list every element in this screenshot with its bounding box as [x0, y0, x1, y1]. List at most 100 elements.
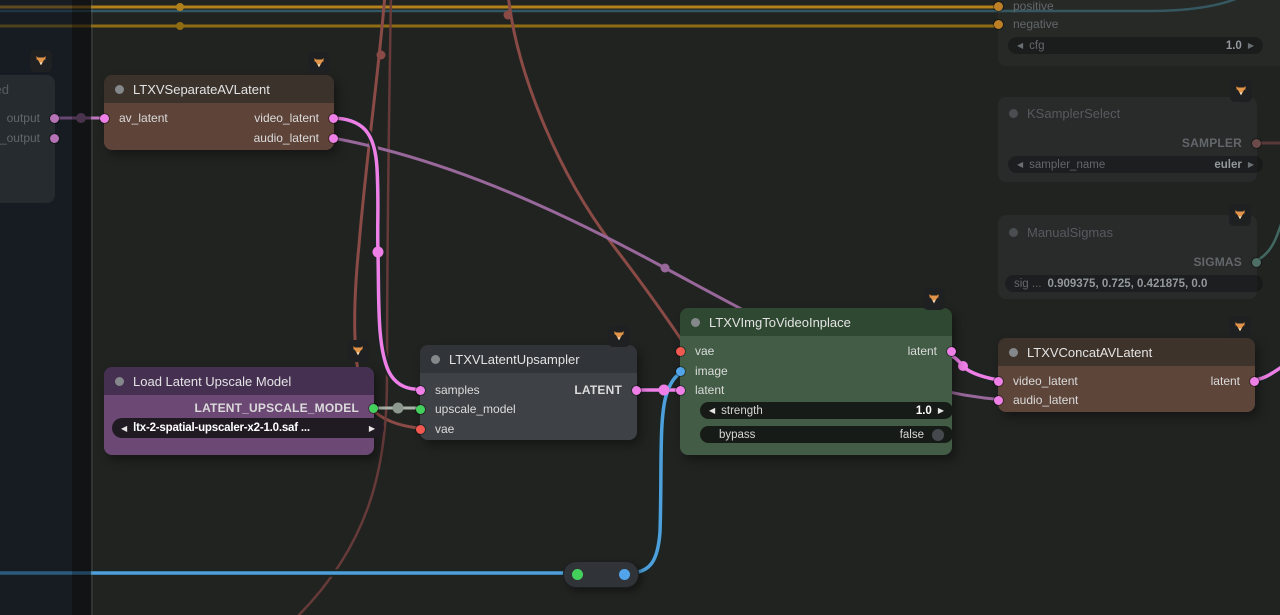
output-port-latent[interactable]: latent [908, 342, 952, 360]
reroute-output-dot[interactable] [619, 569, 630, 580]
node-title: LTXVImgToVideoInplace [709, 315, 851, 330]
output-port-denoised[interactable]: l_output [0, 129, 55, 147]
latent-port-dot[interactable] [329, 114, 338, 123]
latent-port-dot[interactable] [329, 134, 338, 143]
input-port-image[interactable]: image [680, 362, 728, 380]
input-port-video-latent[interactable]: video_latent [998, 372, 1078, 390]
link-dot[interactable] [958, 361, 968, 371]
node-title: ManualSigmas [1027, 225, 1113, 240]
node-manual-sigmas[interactable]: ManualSigmas SIGMAS sig ... 0.909375, 0.… [998, 215, 1257, 299]
output-port-latent[interactable]: LATENT [574, 381, 637, 399]
output-port-audio-latent[interactable]: audio_latent [254, 129, 334, 147]
decrement-arrow-icon[interactable]: ◀ [1017, 41, 1023, 50]
cfg-slider-widget[interactable]: ◀ cfg 1.0 ▶ [1008, 37, 1263, 54]
vae-port-dot[interactable] [676, 347, 685, 356]
combo-next-icon[interactable]: ▶ [369, 424, 375, 433]
conditioning-port-dot[interactable] [994, 20, 1003, 29]
upscale-model-combo[interactable]: ◀ ltx-2-spatial-upscaler-x2-1.0.saf ... … [112, 418, 384, 438]
collapse-dot[interactable] [115, 85, 124, 94]
output-port-sigmas[interactable]: SIGMAS [1193, 253, 1257, 271]
model-port-dot[interactable] [416, 405, 425, 414]
node-title: LTXVLatentUpsampler [449, 352, 580, 367]
combo-prev-icon[interactable]: ◀ [121, 424, 127, 433]
combo-prev-icon[interactable]: ◀ [1017, 160, 1023, 169]
fox-badge-icon [1229, 204, 1251, 226]
collapse-dot[interactable] [1009, 228, 1018, 237]
collapse-dot[interactable] [691, 318, 700, 327]
node-ltxv-img-to-video-inplace[interactable]: LTXVImgToVideoInplace vae image latent l… [680, 308, 952, 455]
input-port-upscale-model[interactable]: upscale_model [420, 400, 516, 418]
latent-port-dot[interactable] [994, 396, 1003, 405]
model-port-dot[interactable] [369, 404, 378, 413]
widget-label: sig ... [1014, 278, 1041, 290]
link-dot[interactable] [504, 11, 513, 20]
latent-port-dot[interactable] [50, 134, 59, 143]
link-dot[interactable] [661, 264, 670, 273]
vae-port-dot[interactable] [416, 425, 425, 434]
decrement-arrow-icon[interactable]: ◀ [709, 406, 715, 415]
link-dot[interactable] [176, 3, 184, 11]
node-ltxv-concat-av-latent[interactable]: LTXVConcatAVLatent video_latent audio_la… [998, 338, 1255, 412]
latent-port-dot[interactable] [947, 347, 956, 356]
node-load-latent-upscale-model[interactable]: Load Latent Upscale Model LATENT_UPSCALE… [104, 367, 374, 455]
input-port-latent[interactable]: latent [680, 381, 724, 399]
bypass-toggle-widget[interactable]: bypass false [700, 426, 953, 443]
increment-arrow-icon[interactable]: ▶ [1248, 41, 1254, 50]
link-dot[interactable] [377, 51, 386, 60]
input-port-av-latent[interactable]: av_latent [104, 109, 168, 127]
node-ksampler-select[interactable]: KSamplerSelect SAMPLER ◀ sampler_name eu… [998, 97, 1257, 182]
collapse-dot[interactable] [1009, 109, 1018, 118]
node-cfg-guider-partial[interactable]: positive negative ◀ cfg 1.0 ▶ [998, 0, 1280, 66]
sampler-port-dot[interactable] [1252, 139, 1261, 148]
widget-label: cfg [1029, 40, 1044, 52]
output-port-video-latent[interactable]: video_latent [254, 109, 334, 127]
node-ltxv-latent-upsampler[interactable]: LTXVLatentUpsampler samples upscale_mode… [420, 345, 637, 440]
sigmas-text-widget[interactable]: sig ... 0.909375, 0.725, 0.421875, 0.0 [1005, 275, 1263, 292]
output-port-output[interactable]: output [7, 109, 55, 127]
node-sampler-custom-partial[interactable]: ced output l_output [0, 75, 55, 203]
reroute-node[interactable] [563, 561, 639, 588]
input-port-audio-latent[interactable]: audio_latent [998, 391, 1078, 409]
link-dot[interactable] [659, 385, 670, 396]
latent-port-dot[interactable] [632, 386, 641, 395]
output-port-latent[interactable]: latent [1211, 372, 1255, 390]
input-port-vae[interactable]: vae [420, 420, 454, 438]
latent-port-dot[interactable] [416, 386, 425, 395]
fox-badge-icon [347, 340, 369, 362]
combo-next-icon[interactable]: ▶ [1248, 160, 1254, 169]
link-dot[interactable] [393, 403, 404, 414]
latent-port-dot[interactable] [994, 377, 1003, 386]
input-port-negative[interactable]: negative [998, 15, 1058, 33]
node-ltxv-separate-av-latent[interactable]: LTXVSeparateAVLatent av_latent video_lat… [104, 75, 334, 150]
output-port-sampler[interactable]: SAMPLER [1182, 134, 1257, 152]
toggle-knob-icon[interactable] [932, 429, 944, 441]
sampler-name-combo[interactable]: ◀ sampler_name euler ▶ [1008, 156, 1263, 173]
node-graph-canvas[interactable]: ced output l_output LTXVSeparateAVLatent… [0, 0, 1280, 615]
reroute-input-dot[interactable] [572, 569, 583, 580]
latent-port-dot[interactable] [676, 386, 685, 395]
latent-port-dot[interactable] [50, 114, 59, 123]
strength-slider-widget[interactable]: ◀ strength 1.0 ▶ [700, 402, 953, 419]
image-port-dot[interactable] [676, 367, 685, 376]
sigmas-port-dot[interactable] [1252, 258, 1261, 267]
widget-label: strength [721, 405, 763, 417]
conditioning-port-dot[interactable] [994, 2, 1003, 11]
collapse-dot[interactable] [115, 377, 124, 386]
node-title: LTXVConcatAVLatent [1027, 345, 1152, 360]
latent-port-dot[interactable] [100, 114, 109, 123]
wire-sigmas-out [1253, 211, 1280, 262]
input-port-samples[interactable]: samples [420, 381, 480, 399]
link-dot[interactable] [373, 247, 384, 258]
latent-port-dot[interactable] [1250, 377, 1259, 386]
output-port-latent-upscale-model[interactable]: LATENT_UPSCALE_MODEL [195, 399, 374, 417]
input-port-vae[interactable]: vae [680, 342, 714, 360]
input-port-positive[interactable]: positive [998, 0, 1054, 15]
collapse-dot[interactable] [1009, 348, 1018, 357]
node-title: ced [0, 82, 9, 97]
widget-label: sampler_name [1029, 159, 1105, 171]
link-dot[interactable] [76, 113, 86, 123]
collapse-dot[interactable] [431, 355, 440, 364]
link-dot[interactable] [176, 22, 184, 30]
node-title: KSamplerSelect [1027, 106, 1120, 121]
increment-arrow-icon[interactable]: ▶ [938, 406, 944, 415]
